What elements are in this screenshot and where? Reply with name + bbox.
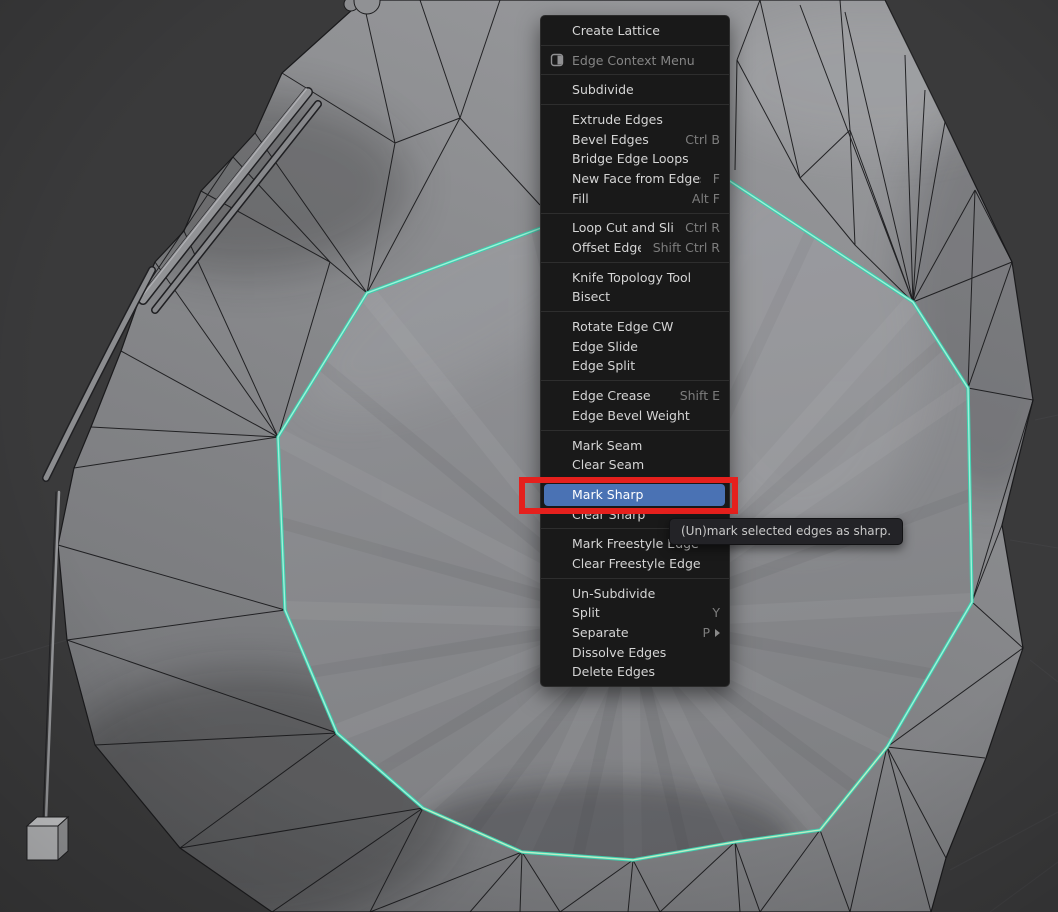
menu-item-shortcut: Shift E (680, 388, 720, 403)
menu-item-label: Mark Seam (572, 438, 720, 453)
menu-section: Loop Cut and Slide Ctrl R Offset Edge Slid… (541, 213, 729, 262)
menu-item-label: Create Lattice (572, 23, 720, 38)
menu-item-separate[interactable]: Separate P (541, 623, 729, 643)
menu-item-label: Offset Edge Slide (572, 240, 641, 255)
blender-3d-viewport[interactable]: Create Lattice Edge Context Menu Subdivide… (0, 0, 1058, 912)
menu-item-label: Bisect (572, 289, 720, 304)
menu-item-loop-cut-and-slide[interactable]: Loop Cut and Slide Ctrl R (541, 218, 729, 238)
menu-item-dissolve-edges[interactable]: Dissolve Edges (541, 642, 729, 662)
menu-section: Knife Topology Tool Bisect (541, 262, 729, 311)
menu-item-label: Clear Freestyle Edge (572, 556, 720, 571)
menu-section: Edge Crease Shift E Edge Bevel Weight (541, 380, 729, 429)
menu-item-label: Knife Topology Tool (572, 270, 720, 285)
menu-item-shortcut: Shift Ctrl R (653, 240, 720, 255)
menu-section: Subdivide (541, 74, 729, 104)
menu-section: Rotate Edge CW Edge Slide Edge Split (541, 311, 729, 380)
menu-header: Edge Context Menu (541, 50, 729, 70)
menu-item-clear-freestyle-edge[interactable]: Clear Freestyle Edge (541, 554, 729, 574)
menu-item-label: Un-Subdivide (572, 586, 720, 601)
menu-item-shortcut: Alt F (692, 191, 720, 206)
vignette (0, 0, 1058, 912)
menu-item-rotate-edge-cw[interactable]: Rotate Edge CW (541, 317, 729, 337)
menu-item-edge-split[interactable]: Edge Split (541, 356, 729, 376)
menu-item-edge-bevel-weight[interactable]: Edge Bevel Weight (541, 406, 729, 426)
menu-item-label: Bridge Edge Loops (572, 151, 720, 166)
edge-context-menu-icon (550, 53, 564, 67)
menu-item-label: Subdivide (572, 82, 720, 97)
menu-section: Edge Context Menu (541, 45, 729, 75)
menu-item-label: Edge Slide (572, 339, 720, 354)
menu-item-label: New Face from Edges (572, 171, 701, 186)
menu-item-mark-seam[interactable]: Mark Seam (541, 435, 729, 455)
menu-item-bridge-edge-loops[interactable]: Bridge Edge Loops (541, 149, 729, 169)
menu-section: Mark Sharp(Un)mark selected edges as sha… (541, 479, 729, 528)
menu-item-shortcut: Ctrl R (685, 220, 720, 235)
menu-item-label: Split (572, 605, 700, 620)
menu-item-label: Edge Bevel Weight (572, 408, 720, 423)
menu-item-label: Bevel Edges (572, 132, 673, 147)
menu-item-new-face-from-edges[interactable]: New Face from Edges F (541, 169, 729, 189)
menu-item-edge-crease[interactable]: Edge Crease Shift E (541, 386, 729, 406)
menu-item-label: Clear Seam (572, 457, 720, 472)
menu-item-label: Dissolve Edges (572, 645, 720, 660)
menu-item-delete-edges[interactable]: Delete Edges (541, 662, 729, 682)
menu-item-label: Edge Crease (572, 388, 668, 403)
menu-item-create-lattice[interactable]: Create Lattice (541, 21, 729, 41)
menu-item-fill[interactable]: Fill Alt F (541, 188, 729, 208)
menu-item-shortcut: P (702, 625, 710, 640)
menu-item-label: Fill (572, 191, 680, 206)
menu-item-shortcut: Ctrl B (685, 132, 720, 147)
menu-item-label: Extrude Edges (572, 112, 720, 127)
menu-item-shortcut: F (713, 171, 720, 186)
menu-item-label: Separate (572, 625, 690, 640)
tooltip: (Un)mark selected edges as sharp. (669, 518, 903, 545)
menu-item-knife-topology-tool[interactable]: Knife Topology Tool (541, 267, 729, 287)
menu-item-label: Mark Sharp (572, 487, 720, 502)
menu-item-subdivide[interactable]: Subdivide (541, 80, 729, 100)
menu-section: Mark Seam Clear Seam (541, 430, 729, 479)
menu-item-label: Rotate Edge CW (572, 319, 720, 334)
menu-item-label: Edge Split (572, 358, 720, 373)
submenu-arrow-icon (715, 629, 720, 637)
menu-item-extrude-edges[interactable]: Extrude Edges (541, 110, 729, 130)
menu-item-clear-seam[interactable]: Clear Seam (541, 455, 729, 475)
edge-context-menu: Create Lattice Edge Context Menu Subdivide… (540, 15, 730, 687)
menu-item-un-subdivide[interactable]: Un-Subdivide (541, 583, 729, 603)
menu-item-edge-slide[interactable]: Edge Slide (541, 336, 729, 356)
menu-item-offset-edge-slide[interactable]: Offset Edge Slide Shift Ctrl R (541, 238, 729, 258)
menu-section: Un-Subdivide Split Y Separate P Dissolve Edge… (541, 578, 729, 686)
menu-item-label: Delete Edges (572, 664, 720, 679)
menu-item-mark-sharp[interactable]: Mark Sharp(Un)mark selected edges as sha… (541, 485, 729, 505)
menu-section: Create Lattice (541, 16, 729, 45)
menu-header-label: Edge Context Menu (572, 53, 695, 68)
menu-item-bevel-edges[interactable]: Bevel Edges Ctrl B (541, 129, 729, 149)
menu-item-label: Loop Cut and Slide (572, 220, 673, 235)
menu-section: Extrude Edges Bevel Edges Ctrl B Bridge Edg… (541, 104, 729, 212)
menu-item-shortcut: Y (712, 605, 720, 620)
menu-item-split[interactable]: Split Y (541, 603, 729, 623)
menu-item-bisect[interactable]: Bisect (541, 287, 729, 307)
viewport-scene (0, 0, 1058, 912)
